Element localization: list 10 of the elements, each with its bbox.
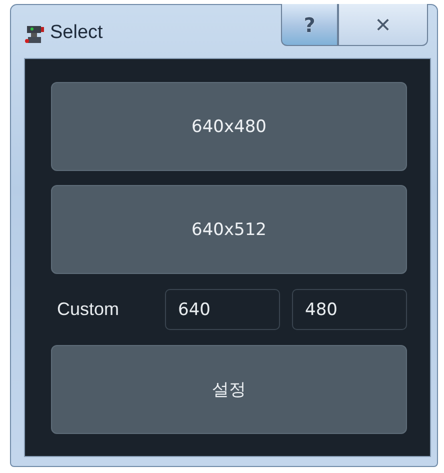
window-title: Select bbox=[50, 22, 103, 44]
resolution-button[interactable]: 640x512 bbox=[51, 185, 407, 274]
resolution-button[interactable]: 640x480 bbox=[51, 82, 407, 171]
close-button[interactable]: ✕ bbox=[338, 4, 428, 46]
camera-icon bbox=[24, 24, 46, 46]
height-field[interactable]: 480 bbox=[292, 289, 407, 330]
custom-label: Custom bbox=[56, 299, 120, 320]
apply-button[interactable]: 설정 bbox=[51, 345, 407, 434]
width-field[interactable]: 640 bbox=[165, 289, 280, 330]
help-button[interactable]: ? bbox=[281, 4, 338, 46]
